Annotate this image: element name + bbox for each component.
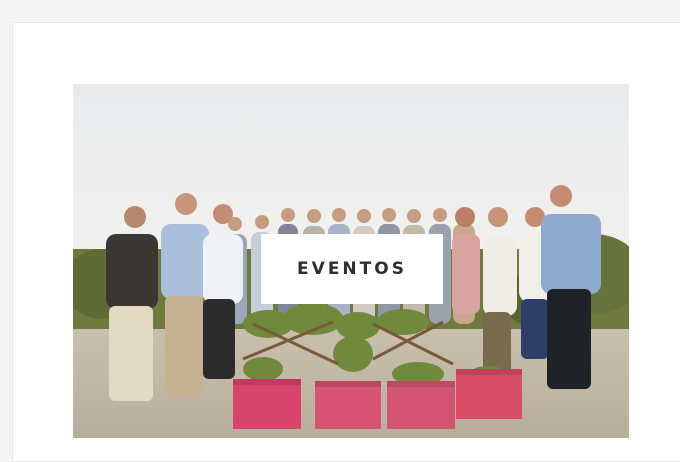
person-left-dark-shirt [106,206,158,401]
events-label-text: EVENTOS [297,259,407,279]
events-label-button[interactable]: EVENTOS [261,234,443,304]
